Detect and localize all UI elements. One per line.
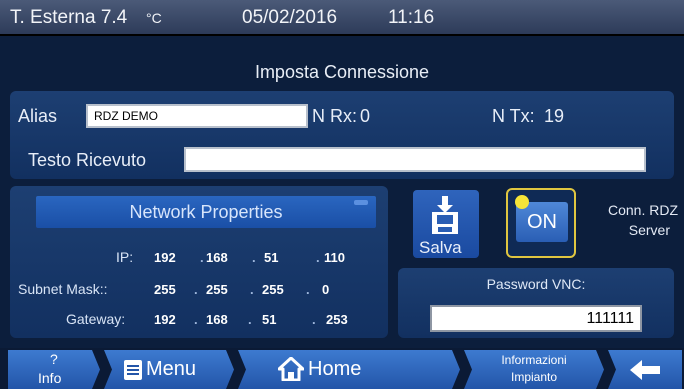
save-button[interactable]: Salva — [413, 190, 479, 258]
home-button[interactable]: Home — [238, 350, 460, 389]
time-display: 11:16 — [388, 7, 435, 28]
subnet-octet-2[interactable]: 255 — [206, 282, 228, 297]
system-info-button[interactable]: Informazioni Impianto — [464, 350, 604, 389]
floppy-download-icon — [432, 196, 458, 234]
subnet-octet-4[interactable]: 0 — [322, 282, 329, 297]
status-bar: T. Esterna 7.4 °C 05/02/2016 11:16 — [0, 0, 684, 36]
gateway-label: Gateway: — [66, 311, 126, 327]
ip-octet-2[interactable]: 168 — [206, 250, 228, 265]
date-display: 05/02/2016 — [242, 7, 338, 28]
alias-input[interactable]: RDZ DEMO — [86, 104, 308, 128]
home-label: Home — [308, 358, 362, 380]
server-on-button[interactable]: ON — [506, 188, 576, 258]
menu-label: Menu — [146, 358, 197, 380]
conn-server-label: Conn. RDZ Server — [607, 202, 678, 238]
vnc-password-label: Password VNC: — [486, 276, 586, 292]
subnet-octet-1[interactable]: 255 — [154, 282, 176, 297]
info-symbol: ? — [50, 351, 58, 367]
page-title: Imposta Connessione — [0, 38, 684, 88]
received-text-field[interactable] — [184, 147, 646, 172]
gateway-octet-2[interactable]: 168 — [206, 312, 228, 327]
system-info-line2: Impianto — [510, 370, 558, 384]
vnc-password-input[interactable]: 111111 — [430, 305, 642, 332]
gateway-octet-3[interactable]: 51 — [262, 312, 276, 327]
outdoor-temperature: T. Esterna 7.4 — [10, 7, 128, 28]
info-button[interactable]: ? Info — [8, 350, 100, 389]
ntx-label: N Tx: — [492, 106, 535, 126]
menu-button[interactable]: Menu — [104, 350, 234, 389]
ip-row: IP: — [116, 249, 133, 266]
gateway-row: Gateway: — [66, 311, 125, 328]
info-label: Info — [38, 370, 62, 386]
subnet-label: Subnet Mask:: — [18, 281, 108, 297]
subnet-row: Subnet Mask:: — [18, 281, 108, 298]
screen: T. Esterna 7.4 °C 05/02/2016 11:16 Impos… — [0, 0, 684, 389]
house-icon — [278, 357, 304, 381]
list-icon — [124, 360, 142, 380]
ip-label: IP: — [116, 249, 134, 265]
gateway-octet-4[interactable]: 253 — [326, 312, 348, 327]
received-text-label: Testo Ricevuto — [28, 150, 147, 170]
system-info-line1: Informazioni — [501, 353, 567, 367]
alias-label: Alias — [18, 106, 58, 126]
nrx-value: 0 — [360, 106, 371, 126]
left-arrow-icon — [630, 360, 660, 380]
yellow-led-icon — [515, 195, 529, 209]
temperature-unit: °C — [146, 10, 162, 26]
back-button[interactable] — [608, 350, 682, 389]
subnet-octet-3[interactable]: 255 — [262, 282, 284, 297]
ip-octet-1[interactable]: 192 — [154, 250, 176, 265]
save-label: Salva — [419, 238, 462, 257]
network-properties-header: Network Properties — [36, 196, 376, 228]
ntx-value: 19 — [544, 106, 565, 126]
gateway-octet-1[interactable]: 192 — [154, 312, 176, 327]
ip-octet-4[interactable]: 110 — [324, 250, 345, 265]
ip-octet-3[interactable]: 51 — [264, 250, 278, 265]
nrx-label: N Rx: — [312, 106, 357, 126]
